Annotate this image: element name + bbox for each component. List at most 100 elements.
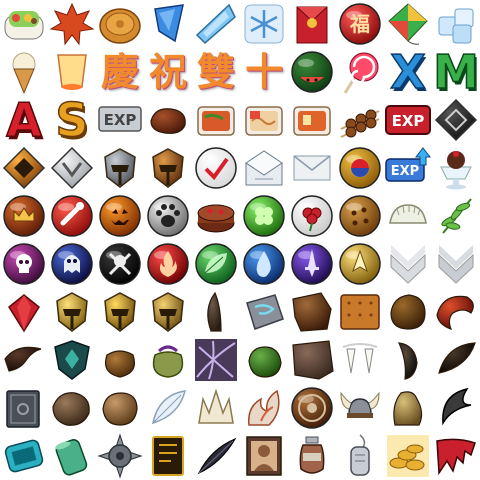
open-envelope-icon	[240, 144, 288, 192]
dessert-cup-icon	[432, 144, 480, 192]
blue-crystal-icon	[144, 0, 192, 48]
svg-text:EXP: EXP	[392, 112, 425, 130]
korea-medal-icon	[336, 144, 384, 192]
letter-s-icon: S	[55, 93, 90, 147]
lollipop-icon	[336, 48, 384, 96]
bone-crown-icon	[192, 384, 240, 432]
water-orb-icon	[240, 240, 288, 288]
letter-x-icon: X	[390, 45, 427, 99]
leaf-orb-icon	[192, 240, 240, 288]
round-nut-icon	[96, 384, 144, 432]
orange-diamond-icon	[0, 144, 48, 192]
autumn-leaf-icon	[48, 0, 96, 48]
ten-glyph-icon: 十	[244, 49, 283, 94]
mooncake-icon	[96, 0, 144, 48]
green-shield-icon	[48, 336, 96, 384]
gold-helm-1-icon	[48, 288, 96, 336]
bless-glyph-icon: 祝	[148, 49, 187, 94]
gold-orb-icon	[336, 240, 384, 288]
leather-pouch-icon	[96, 336, 144, 384]
sky-crystal-icon	[192, 0, 240, 48]
stone-tablet-icon	[240, 288, 288, 336]
black-sickle-icon	[432, 384, 480, 432]
sword-orb-icon	[288, 240, 336, 288]
paw-orb-icon	[144, 192, 192, 240]
gold-helm-3-icon	[144, 288, 192, 336]
pumpkin-orb-icon	[96, 192, 144, 240]
clay-jar-icon	[288, 432, 336, 480]
crown-orb-icon	[0, 192, 48, 240]
envelope-icon	[288, 144, 336, 192]
tied-sack-icon	[144, 336, 192, 384]
exp-up-icon: EXP	[384, 144, 432, 192]
spell-tome-icon	[0, 384, 48, 432]
dumpling-icon	[384, 192, 432, 240]
spike-gear-icon	[96, 432, 144, 480]
gold-card-icon	[144, 432, 192, 480]
dragon-wing-icon	[432, 432, 480, 480]
fangs-icon	[336, 336, 384, 384]
letter-m-icon: M	[432, 45, 479, 99]
checkmark-orb-icon	[192, 144, 240, 192]
flame-shard-icon	[240, 384, 288, 432]
bramble-icon	[192, 336, 240, 384]
rose-orb-icon	[288, 192, 336, 240]
svg-text:EXP: EXP	[104, 111, 137, 129]
double-glyph-icon: 雙	[196, 49, 235, 94]
gold-coins-icon	[384, 432, 432, 480]
noodle-tray-icon	[240, 96, 288, 144]
silver-chevron-l-icon	[384, 240, 432, 288]
pale-feather-icon	[144, 384, 192, 432]
letter-a-icon: A	[5, 93, 42, 147]
green-bundle-icon	[240, 336, 288, 384]
red-envelope-icon	[288, 0, 336, 48]
icon-sheet: 福慶祝雙十 X M A S EXP EXP EXP	[0, 0, 480, 480]
cookie-orb-icon	[336, 192, 384, 240]
fortune-orb-icon: 福	[336, 0, 384, 48]
meat-orb-icon	[48, 192, 96, 240]
herb-sprig-icon	[432, 192, 480, 240]
bark-chunk-icon	[288, 288, 336, 336]
red-claw-icon	[432, 288, 480, 336]
ice-cubes-icon	[432, 0, 480, 48]
black-diamond-icon	[432, 96, 480, 144]
ghost-orb-icon	[48, 240, 96, 288]
celebrate-glyph-icon: 慶	[100, 49, 139, 94]
svg-text:EXP: EXP	[391, 164, 419, 179]
horn-icon	[192, 288, 240, 336]
kimchi-dish-icon	[288, 96, 336, 144]
black-quill-icon	[192, 432, 240, 480]
hide-pelt-icon	[288, 336, 336, 384]
round-shield-icon	[288, 384, 336, 432]
dog-tag-icon	[336, 432, 384, 480]
snowflake-plate-icon	[240, 0, 288, 48]
steak-plate-icon	[144, 96, 192, 144]
viking-helm-icon	[336, 384, 384, 432]
knight-helm-icon	[96, 144, 144, 192]
red-diamond-icon	[0, 288, 48, 336]
bronze-emblem-icon	[144, 144, 192, 192]
ice-cream-cone-icon	[0, 48, 48, 96]
exp-tag-icon: EXP	[96, 96, 144, 144]
skull-orb-icon	[0, 240, 48, 288]
kite-icon	[384, 0, 432, 48]
cracker-icon	[336, 288, 384, 336]
fire-orb-icon	[144, 240, 192, 288]
choco-cake-icon	[192, 192, 240, 240]
gold-helm-2-icon	[96, 288, 144, 336]
blue-bracer-icon	[0, 432, 48, 480]
jade-scroll-icon	[48, 432, 96, 480]
silver-chevron-r-icon	[432, 240, 480, 288]
chili-dish-icon	[192, 96, 240, 144]
watermelon-icon	[288, 48, 336, 96]
portrait-card-icon	[240, 432, 288, 480]
golden-fleece-icon	[384, 384, 432, 432]
svg-text:福: 福	[349, 12, 370, 36]
dark-claw-icon	[0, 336, 48, 384]
skewers-icon	[336, 96, 384, 144]
fur-bundle-icon	[48, 384, 96, 432]
clover-orb-icon	[240, 192, 288, 240]
dark-feather-icon	[432, 336, 480, 384]
seed-pod-icon	[384, 288, 432, 336]
exp-banner-icon: EXP	[384, 96, 432, 144]
